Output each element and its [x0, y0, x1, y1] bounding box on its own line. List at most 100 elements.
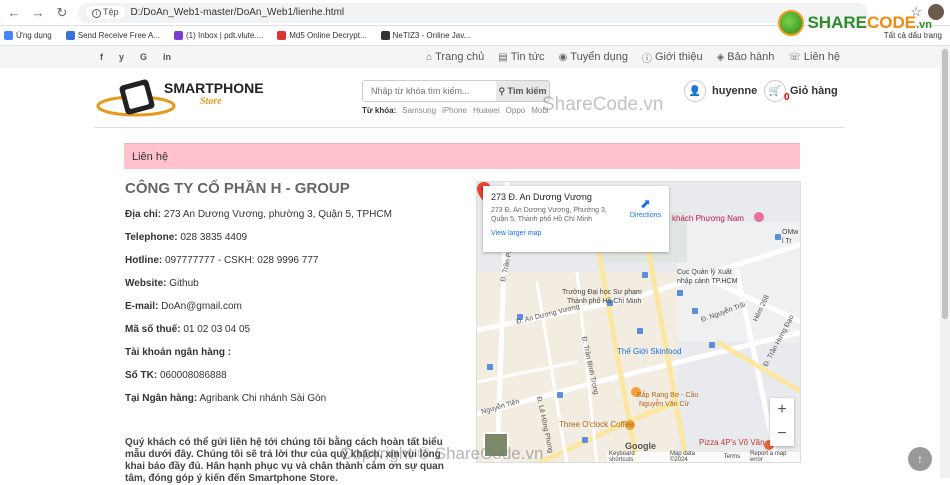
bookmark-item[interactable]: Send Receive Free A...	[65, 31, 160, 40]
svg-text:Cục Quản lý Xuất: Cục Quản lý Xuất	[677, 267, 732, 276]
google-map[interactable]: khách Phương Nam Trường Đại học Sư phạm …	[476, 181, 801, 463]
contact-info-row: Tài khoản ngân hàng :	[125, 347, 232, 358]
page-title-banner: Liên hệ	[124, 143, 800, 169]
svg-text:l Tr: l Tr	[782, 238, 792, 245]
svg-text:Nguyễn Văn Cừ: Nguyễn Văn Cừ	[639, 399, 690, 408]
contact-info-row: Mã số thuế: 01 02 03 04 05	[125, 324, 251, 335]
contact-info-row: Tại Ngân hàng: Agribank Chi nhánh Sài Gò…	[125, 393, 327, 404]
keywords-label: Từ khóa:	[362, 106, 397, 115]
nav-item[interactable]: ⌂ Trang chủ	[426, 50, 484, 65]
social-link-icon[interactable]: f	[100, 52, 103, 62]
bookmark-icon	[174, 31, 184, 40]
nav-item[interactable]: ⓘ Giới thiệu	[642, 50, 703, 65]
keyword-link[interactable]: Huawei	[473, 106, 500, 115]
map-place-card: 273 Đ. An Dương Vương 273 Đ. An Dương Vư…	[483, 186, 669, 252]
forward-arrow-icon[interactable]: →	[30, 5, 46, 21]
contact-info-row: Telephone: 028 3835 4409	[125, 232, 248, 243]
username: huyenne	[712, 85, 758, 97]
scroll-to-top-button[interactable]: ↑	[908, 447, 932, 471]
map-footer-link[interactable]: Map data ©2024	[670, 451, 714, 462]
info-icon: i	[92, 9, 101, 18]
top-navigation: ⌂ Trang chủ ▤ Tin tức ◉ Tuyển dụng ⓘ Giới thiệu…	[426, 50, 840, 65]
social-link-icon[interactable]: y	[119, 52, 124, 62]
site-header: SMARTPHONE Store ⚲ Tìm kiếm Từ khóa: Sam…	[94, 68, 844, 128]
scrollbar-thumb[interactable]	[942, 49, 948, 319]
map-place-address: 273 Đ. An Dương Vương, Phường 3, Quận 5,…	[491, 207, 607, 223]
nav-item[interactable]: ▤ Tin tức	[498, 50, 544, 65]
keyword-link[interactable]: Oppo	[506, 106, 526, 115]
cart-icon: 🛒	[764, 80, 786, 102]
home-icon: ⌂	[426, 51, 433, 63]
map-footer: Keyboard shortcuts Map data ©2024 Terms Rep…	[607, 451, 800, 462]
social-link-icon[interactable]: in	[163, 52, 171, 62]
page-scrollbar[interactable]	[940, 47, 950, 478]
zoom-in-button[interactable]: +	[770, 398, 794, 422]
bookmark-item[interactable]: Md5 Online Decrypt...	[277, 31, 367, 40]
map-footer-link[interactable]: Report a map error	[750, 451, 800, 462]
bookmark-item[interactable]: (1) Inbox | pdt.vlute....	[174, 31, 263, 40]
contact-info-row: Địa chỉ: 273 An Dương Vương, phường 3, Q…	[125, 209, 392, 220]
nav-item[interactable]: ◉ Tuyển dụng	[559, 50, 628, 65]
google-logo: Google	[625, 441, 656, 451]
bookmark-icon	[65, 31, 75, 40]
sharecode-logo: SHARECODE.vn	[778, 10, 932, 36]
contact-info-row: Số TK: 060008086888	[125, 370, 227, 381]
svg-text:khách Phương Nam: khách Phương Nam	[672, 214, 744, 223]
cart-button[interactable]: 🛒 0 Giỏ hàng	[764, 80, 838, 103]
cart-count: 0	[784, 92, 790, 103]
contact-info: Địa chỉ: 273 An Dương Vương, phường 3, Q…	[125, 209, 455, 416]
map-footer-link[interactable]: Terms	[724, 454, 740, 460]
svg-text:Thế Giới Skinfood: Thế Giới Skinfood	[617, 347, 681, 356]
svg-text:nhập cảnh TP.HCM: nhập cảnh TP.HCM	[677, 278, 738, 285]
search-keywords: Từ khóa: Samsung iPhone Huawei Oppo Mobi	[362, 106, 549, 115]
nav-item[interactable]: ☏ Liên hệ	[788, 50, 840, 65]
svg-text:Bắp Rang Bơ - Cầu: Bắp Rang Bơ - Cầu	[637, 390, 699, 399]
company-name: CÔNG TY CỔ PHẦN H - GROUP	[125, 180, 350, 197]
back-arrow-icon[interactable]: ←	[6, 5, 22, 21]
keyword-link[interactable]: iPhone	[442, 106, 467, 115]
contact-info-row: E-mail: DoAn@gmail.com	[125, 301, 242, 312]
svg-text:Pizza 4P's Võ Văn: Pizza 4P's Võ Văn	[699, 438, 765, 447]
bookmark-item[interactable]: Ứng dụng	[4, 31, 52, 40]
site-topbar: f y Gin ⌂ Trang chủ ▤ Tin tức ◉ Tuyển dụng ⓘ Giới…	[0, 46, 950, 68]
user-menu[interactable]: 👤 huyenne	[684, 80, 757, 102]
bookmark-icon	[4, 31, 13, 40]
social-link-icon[interactable]: G	[140, 52, 147, 62]
bookmark-item[interactable]: NeTIZ3 - Online Jav...	[380, 31, 470, 40]
tag-icon: ◈	[716, 51, 725, 63]
search-input[interactable]	[363, 81, 496, 101]
reload-icon[interactable]: ↻	[54, 5, 70, 21]
address-bar[interactable]: i Tệp D:/DoAn_Web1-master/DoAn_Web1/lienh…	[78, 2, 868, 23]
user-icon: 👤	[684, 80, 706, 102]
svg-text:Three O'clock Coffee: Three O'clock Coffee	[559, 420, 634, 429]
bookmark-icon	[277, 31, 287, 40]
svg-text:Trường Đại học Sư phạm: Trường Đại học Sư phạm	[562, 289, 642, 296]
sharecode-logo-text: SHARECODE.vn	[807, 13, 932, 32]
keyword-link[interactable]: Samsung	[402, 106, 436, 115]
logo-title[interactable]: SMARTPHONE	[164, 80, 264, 96]
map-footer-link[interactable]: Keyboard shortcuts	[609, 451, 660, 462]
social-links: f y Gin	[100, 52, 171, 62]
contact-info-row: Website: Github	[125, 278, 199, 289]
phone-icon: ☏	[788, 51, 801, 63]
view-larger-map-link[interactable]: View larger map	[491, 230, 661, 237]
file-chip[interactable]: i Tệp	[86, 6, 125, 19]
contact-info-row: Hotline: 097777777 - CSKH: 028 9996 777	[125, 255, 319, 266]
directions-button[interactable]: ⬈ Directions	[630, 196, 661, 219]
map-zoom-controls: + −	[770, 398, 794, 446]
contact-section: Liên hệ CÔNG TY CỔ PHẦN H - GROUP Địa ch…	[124, 143, 801, 484]
bookmark-icon	[380, 31, 390, 40]
copyright-watermark: Copyright © ShareCode.vn	[340, 444, 544, 463]
newspaper-icon: ▤	[498, 51, 508, 63]
watermark: ShareCode.vn	[542, 94, 664, 115]
file-chip-label: Tệp	[103, 7, 119, 17]
info-icon: ⓘ	[642, 53, 652, 65]
cart-label: Giỏ hàng	[790, 85, 838, 97]
svg-text:OMw: OMw	[782, 229, 799, 236]
directions-icon: ⬈	[639, 196, 651, 211]
url-text: D:/DoAn_Web1-master/DoAn_Web1/lienhe.htm…	[130, 7, 345, 18]
search-box: ⚲ Tìm kiếm	[362, 80, 550, 102]
nav-item[interactable]: ◈ Bảo hành	[717, 50, 775, 65]
search-icon: ⚲	[498, 85, 508, 96]
zoom-out-button[interactable]: −	[770, 422, 794, 446]
